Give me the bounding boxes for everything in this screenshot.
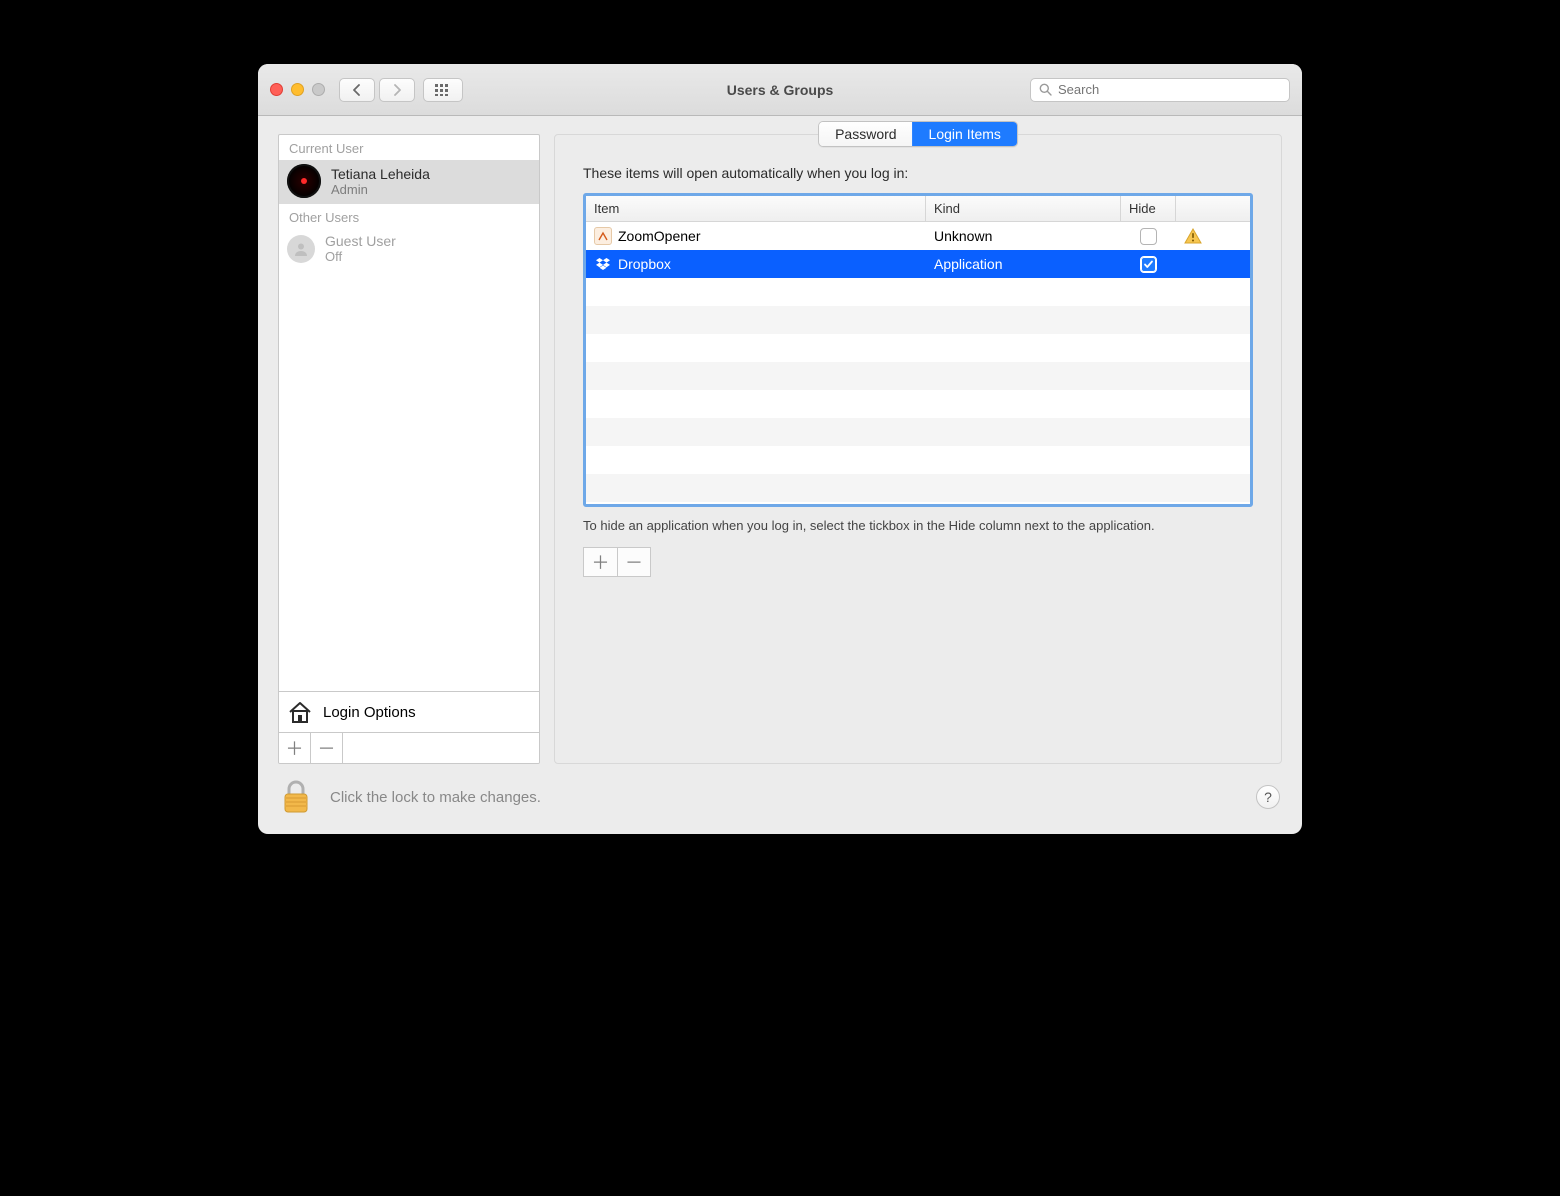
guest-user-status: Off: [325, 249, 396, 264]
forward-button[interactable]: [379, 78, 415, 102]
guest-user-meta: Guest User Off: [325, 233, 396, 264]
search-field[interactable]: [1030, 78, 1290, 102]
toolbar: Users & Groups: [258, 64, 1302, 116]
add-login-item-button[interactable]: ＋: [583, 547, 617, 577]
login-items-table: Item Kind Hide ZoomOpener: [583, 193, 1253, 507]
house-icon: [287, 700, 313, 724]
footer: Click the lock to make changes. ?: [258, 780, 1302, 834]
col-item[interactable]: Item: [586, 196, 926, 221]
tab-login-items[interactable]: Login Items: [913, 122, 1017, 146]
current-user-row[interactable]: Tetiana Leheida Admin: [279, 160, 539, 204]
login-items-buttons: ＋ －: [583, 547, 1253, 577]
hide-hint: To hide an application when you log in, …: [583, 517, 1253, 535]
table-row: [586, 418, 1250, 446]
login-item-name: Dropbox: [618, 256, 671, 272]
chevron-left-icon: [352, 84, 362, 96]
traffic-lights: [270, 83, 325, 96]
lock-icon[interactable]: [280, 780, 312, 814]
hide-checkbox[interactable]: [1140, 256, 1157, 273]
current-user-role: Admin: [331, 182, 430, 197]
close-window-button[interactable]: [270, 83, 283, 96]
login-item-row[interactable]: ZoomOpener Unknown: [586, 222, 1250, 250]
show-all-button[interactable]: [423, 78, 463, 102]
current-user-meta: Tetiana Leheida Admin: [331, 166, 430, 197]
table-row: [586, 278, 1250, 306]
table-row: [586, 306, 1250, 334]
prefs-window: Users & Groups Current User Tetiana Lehe…: [258, 64, 1302, 834]
sidebar-bottom-bar: ＋ －: [279, 732, 539, 763]
col-kind[interactable]: Kind: [926, 196, 1121, 221]
tab-bar: Password Login Items: [818, 121, 1018, 147]
main-panel: Password Login Items These items will op…: [554, 134, 1282, 764]
sidebar-bottom-spacer: [343, 733, 539, 763]
table-row: [586, 362, 1250, 390]
content: Current User Tetiana Leheida Admin Other…: [258, 116, 1302, 780]
col-hide[interactable]: Hide: [1121, 196, 1176, 221]
guest-user-row[interactable]: Guest User Off: [279, 229, 539, 270]
back-button[interactable]: [339, 78, 375, 102]
warning-icon: [1184, 228, 1202, 244]
table-body: ZoomOpener Unknown: [586, 222, 1250, 504]
chevron-right-icon: [392, 84, 402, 96]
login-items-heading: These items will open automatically when…: [583, 165, 1253, 181]
login-item-kind: Application: [926, 256, 1121, 272]
guest-user-name: Guest User: [325, 233, 396, 249]
zoom-opener-icon: [594, 227, 612, 245]
users-sidebar: Current User Tetiana Leheida Admin Other…: [278, 134, 540, 764]
table-row: [586, 446, 1250, 474]
remove-login-item-button[interactable]: －: [617, 547, 651, 577]
hide-checkbox[interactable]: [1140, 228, 1157, 245]
login-options-label: Login Options: [323, 704, 416, 721]
col-extra: [1176, 196, 1250, 221]
minimize-window-button[interactable]: [291, 83, 304, 96]
login-item-row[interactable]: Dropbox Application: [586, 250, 1250, 278]
help-button[interactable]: ?: [1256, 785, 1280, 809]
login-options-button[interactable]: Login Options: [279, 691, 539, 732]
table-header: Item Kind Hide: [586, 196, 1250, 222]
table-row: [586, 334, 1250, 362]
zoom-window-button[interactable]: [312, 83, 325, 96]
lock-label: Click the lock to make changes.: [330, 789, 541, 806]
dropbox-icon: [594, 255, 612, 273]
add-user-button[interactable]: ＋: [279, 733, 311, 763]
table-row: [586, 474, 1250, 502]
current-user-header: Current User: [279, 135, 539, 160]
grid-icon: [435, 84, 451, 96]
other-users-header: Other Users: [279, 204, 539, 229]
current-user-name: Tetiana Leheida: [331, 166, 430, 182]
login-item-name: ZoomOpener: [618, 228, 700, 244]
table-row: [586, 390, 1250, 418]
tab-password[interactable]: Password: [819, 122, 912, 146]
avatar-icon: [287, 164, 321, 198]
person-icon: [287, 235, 315, 263]
remove-user-button[interactable]: －: [311, 733, 343, 763]
search-input[interactable]: [1058, 82, 1281, 97]
login-item-kind: Unknown: [926, 228, 1121, 244]
nav-buttons: [339, 78, 415, 102]
search-icon: [1039, 83, 1052, 96]
